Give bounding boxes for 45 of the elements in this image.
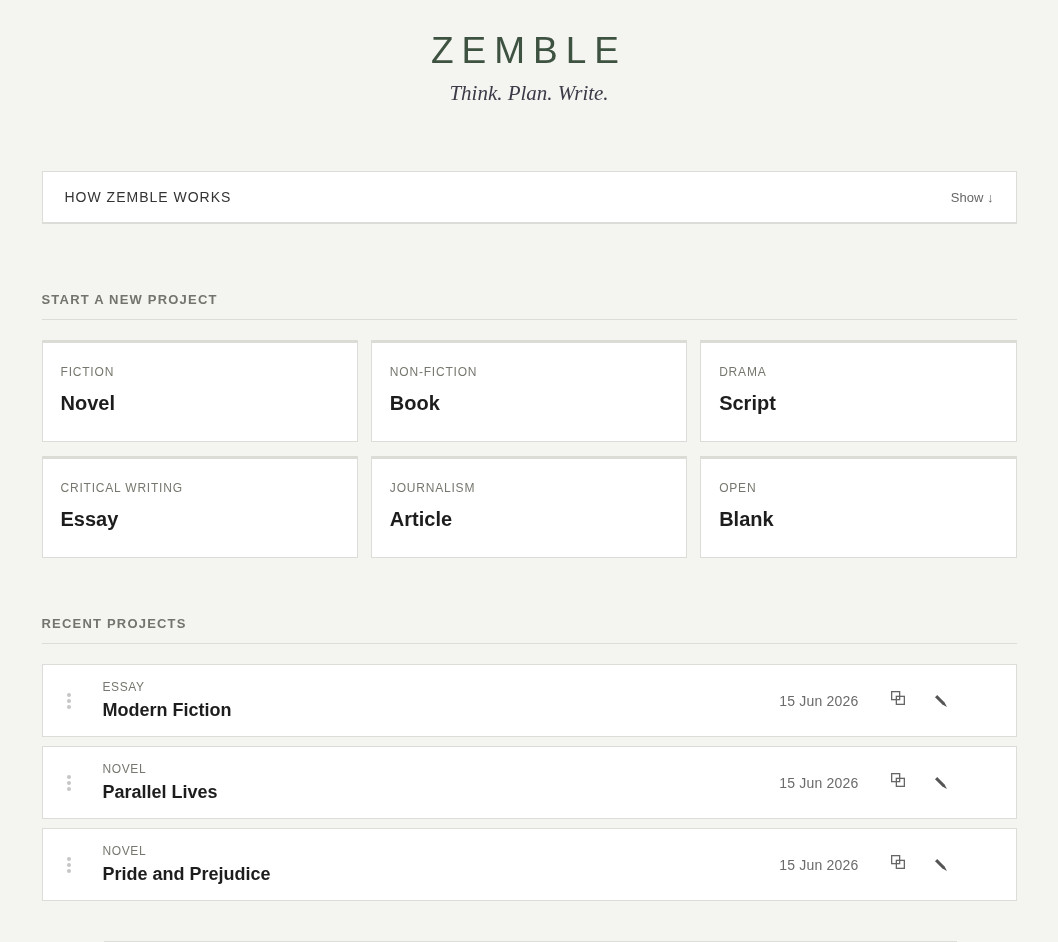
drag-handle-icon[interactable] [66,692,71,709]
project-type-label: NOVEL [102,762,147,777]
project-title: Parallel Lives [102,781,218,803]
tagline: Think. Plan. Write. [449,81,609,106]
copy-icon[interactable] [890,773,905,787]
card-category-label: NON-FICTION [389,365,478,380]
template-card[interactable]: JOURNALISM Article [370,456,688,558]
card-category-label: FICTION [60,365,115,380]
section-heading: RECENT PROJECTS [41,616,187,633]
card-category-label: OPEN [719,481,757,496]
project-date: 15 Jun 2026 [779,856,859,873]
project-title: Modern Fiction [102,699,232,721]
pencil-icon[interactable] [934,776,947,789]
project-row[interactable]: NOVEL Pride and Prejudice 15 Jun 2026 [41,828,1017,901]
project-type-label: NOVEL [102,844,147,859]
template-card[interactable]: OPEN Blank [700,456,1017,558]
card-title: Book [389,391,440,415]
pencil-icon[interactable] [934,694,947,707]
card-title: Article [389,507,453,531]
copy-icon[interactable] [890,855,905,869]
template-card[interactable]: DRAMA Script [700,340,1017,442]
copy-icon[interactable] [890,691,905,705]
project-row[interactable]: NOVEL Parallel Lives 15 Jun 2026 [41,746,1017,819]
pencil-icon[interactable] [934,858,947,871]
card-category-label: JOURNALISM [389,481,476,496]
card-title: Script [719,391,776,415]
project-date: 15 Jun 2026 [779,774,859,791]
project-date: 15 Jun 2026 [779,692,859,709]
card-title: Novel [60,391,115,415]
drag-handle-icon[interactable] [66,856,71,873]
template-card[interactable]: NON-FICTION Book [370,340,688,442]
show-button[interactable]: Show ↓ [950,189,994,205]
template-card[interactable]: FICTION Novel [41,340,358,442]
project-row[interactable]: ESSAY Modern Fiction 15 Jun 2026 [41,664,1017,737]
template-card[interactable]: CRITICAL WRITING Essay [41,456,358,558]
logo-text: ZEMBLE [430,32,627,69]
panel-title: HOW ZEMBLE WORKS [64,189,232,205]
card-title: Essay [60,507,119,531]
card-category-label: CRITICAL WRITING [60,481,183,496]
project-type-label: ESSAY [102,680,145,695]
section-heading: START A NEW PROJECT [41,292,218,309]
card-title: Blank [719,507,774,531]
project-title: Pride and Prejudice [102,863,271,885]
card-category-label: DRAMA [719,365,767,380]
drag-handle-icon[interactable] [66,774,71,791]
